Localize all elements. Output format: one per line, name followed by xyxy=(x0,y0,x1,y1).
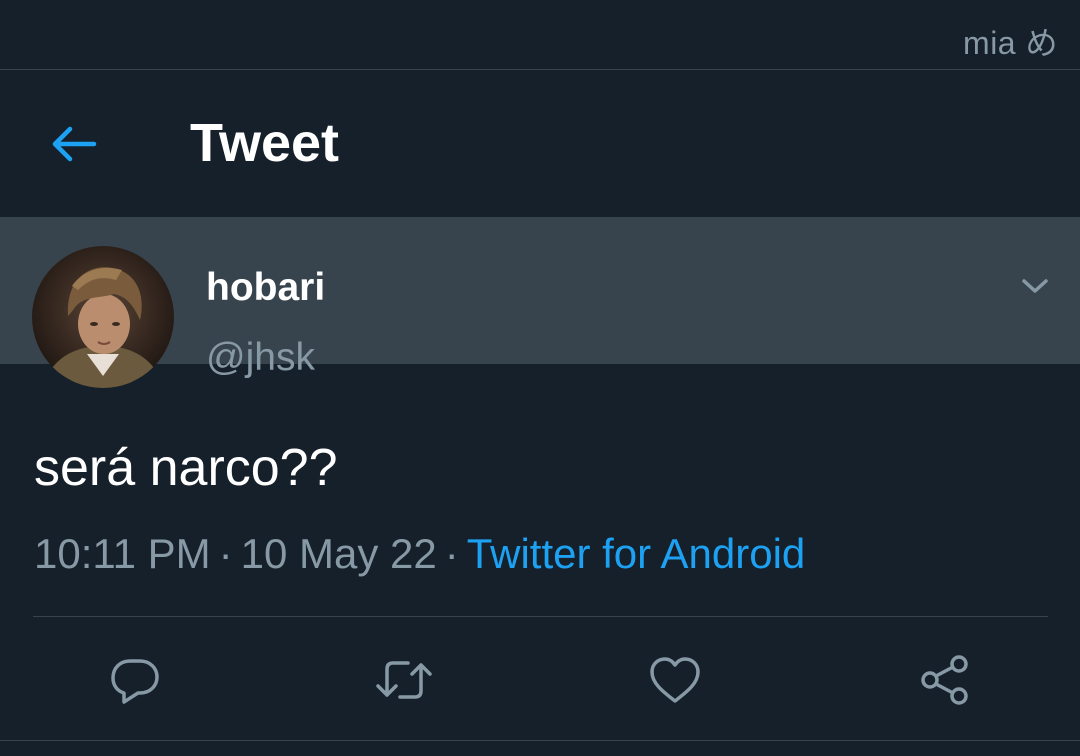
status-bar: mia め xyxy=(0,0,1080,69)
actions-divider xyxy=(0,740,1080,741)
meta-divider xyxy=(33,616,1048,617)
more-options-button[interactable] xyxy=(1014,268,1056,304)
back-button[interactable] xyxy=(42,114,106,174)
status-text: mia め xyxy=(963,25,1058,61)
chevron-down-icon xyxy=(1022,279,1048,293)
meta-separator: · xyxy=(444,530,459,577)
app-header: Tweet xyxy=(0,70,1080,217)
retweet-icon xyxy=(376,661,432,699)
tweet-meta: 10:11 PM · 10 May 22 · Twitter for Android xyxy=(34,530,805,578)
avatar[interactable] xyxy=(32,246,174,388)
avatar-image xyxy=(32,246,174,388)
tweet-date: 10 May 22 xyxy=(240,530,437,577)
page-title: Tweet xyxy=(190,113,340,173)
retweet-button[interactable] xyxy=(374,650,434,710)
heart-icon xyxy=(650,657,700,703)
tweet-text: será narco?? xyxy=(34,439,338,497)
meta-separator: · xyxy=(218,530,233,577)
reply-button[interactable] xyxy=(105,650,165,710)
like-button[interactable] xyxy=(645,650,705,710)
tweet-time: 10:11 PM xyxy=(34,530,211,577)
share-icon xyxy=(921,655,968,705)
user-handle[interactable]: @jhsk xyxy=(206,336,315,380)
display-name[interactable]: hobari xyxy=(206,266,325,310)
tweet-source-link[interactable]: Twitter for Android xyxy=(467,530,805,577)
tweet-actions xyxy=(0,640,1080,720)
arrow-left-icon xyxy=(52,126,97,162)
share-button[interactable] xyxy=(915,650,975,710)
reply-icon xyxy=(111,659,159,704)
tweet-detail-screen: mia め Tweet hobari @jhsk será narco?? 10… xyxy=(0,0,1080,756)
